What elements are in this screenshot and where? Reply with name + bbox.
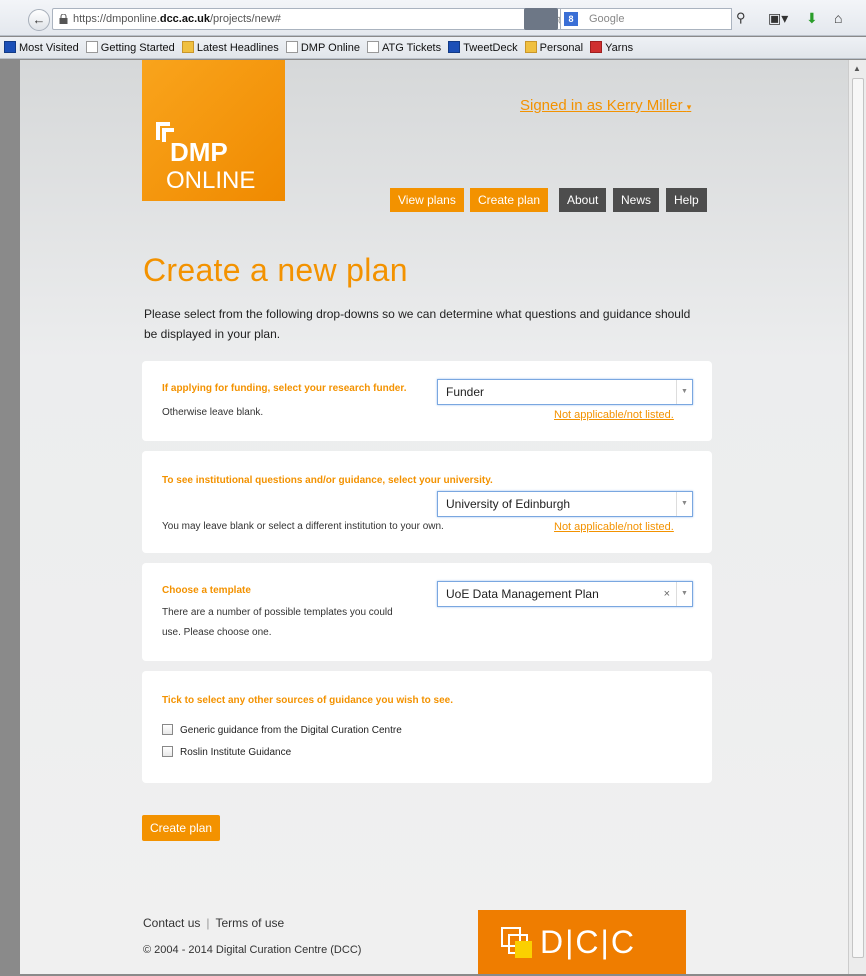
bookmark-label: Yarns (605, 42, 634, 54)
nav-about[interactable]: About (559, 188, 607, 212)
browser-toolbar: ← https://dmponline.dcc.ac.uk/projects/n… (0, 0, 866, 36)
search-placeholder: Google (589, 13, 625, 25)
bookmark-label: TweetDeck (463, 42, 518, 54)
signed-in-label: Signed in as Kerry Miller (520, 97, 683, 114)
nav-create-plan[interactable]: Create plan (470, 188, 549, 212)
template-panel: Choose a template There are a number of … (142, 563, 712, 661)
footer-links: Contact us | Terms of use (143, 916, 284, 930)
bookmark-most-visited[interactable]: Most Visited (4, 37, 79, 58)
bookmark-label: Getting Started (100, 42, 175, 54)
download-icon[interactable]: ⬇ (806, 10, 818, 26)
bookmarks-bar: Most Visited Getting Started Latest Head… (0, 37, 866, 59)
search-icon[interactable]: ⚲ (736, 10, 746, 26)
template-help-line-1: There are a number of possible templates… (162, 607, 393, 618)
home-icon[interactable]: ⌂ (834, 10, 842, 26)
page-icon (367, 41, 380, 53)
back-button[interactable]: ← (28, 9, 50, 31)
lock-icon (59, 14, 68, 24)
dcc-logo-text: D|C|C (540, 924, 636, 960)
guidance-panel: Tick to select any other sources of guid… (142, 671, 712, 783)
guidance-option-dcc[interactable]: Generic guidance from the Digital Curati… (162, 724, 402, 738)
bookmark-label: Personal (539, 42, 584, 54)
funder-label: If applying for funding, select your res… (162, 383, 407, 394)
bookmark-personal[interactable]: Personal (524, 37, 584, 58)
logo-text-online: ONLINE (166, 167, 256, 194)
folder-icon (524, 41, 537, 53)
bookmark-label: Latest Headlines (196, 42, 279, 54)
institution-help: You may leave blank or select a differen… (162, 521, 444, 532)
template-label: Choose a template (162, 585, 251, 596)
bookmark-latest-headlines[interactable]: Latest Headlines (181, 37, 279, 58)
address-bar[interactable]: https://dmponline.dcc.ac.uk/projects/new… (52, 8, 572, 30)
bookmark-tweetdeck[interactable]: TweetDeck (448, 37, 518, 58)
url-path: /projects/new# (209, 13, 281, 25)
scroll-up-icon[interactable]: ▲ (853, 64, 861, 73)
user-menu[interactable]: Signed in as Kerry Miller ▾ (520, 97, 691, 114)
search-input[interactable]: 8 Google (560, 8, 732, 30)
cart-icon (590, 41, 603, 53)
template-select-value: UoE Data Management Plan (446, 587, 599, 601)
intro-text: Please select from the following drop-do… (144, 307, 691, 341)
dcc-mark-icon (501, 927, 532, 958)
institution-label: To see institutional questions and/or gu… (162, 475, 493, 486)
page-icon (85, 41, 98, 53)
chevron-down-icon[interactable]: ▼ (676, 492, 692, 516)
funder-not-applicable-link[interactable]: Not applicable/not listed. (554, 409, 674, 421)
logo-text-dmp: DMP (170, 137, 228, 167)
firefox-icon (4, 41, 16, 53)
template-help-line-2: use. Please choose one. (162, 627, 272, 638)
copyright-text: © 2004 - 2014 Digital Curation Centre (D… (143, 944, 362, 956)
chevron-down-icon[interactable]: ▼ (676, 582, 692, 606)
dmp-online-logo[interactable]: DMP ONLINE (142, 60, 285, 201)
funder-panel: If applying for funding, select your res… (142, 361, 712, 441)
bookmark-dmp-online[interactable]: DMP Online (285, 37, 360, 58)
vertical-scrollbar[interactable]: ▲ (848, 60, 866, 974)
terms-of-use-link[interactable]: Terms of use (216, 916, 285, 930)
tweetdeck-icon (448, 41, 461, 53)
extension-icon[interactable] (524, 8, 558, 30)
page-title: Create a new plan (143, 252, 408, 288)
template-select[interactable]: UoE Data Management Plan × ▼ (437, 581, 693, 607)
url-prefix: https://dmponline. (73, 13, 160, 25)
funder-select[interactable]: Funder ▼ (437, 379, 693, 405)
page-icon (285, 41, 298, 53)
funder-select-value: Funder (446, 385, 485, 399)
bookmark-label: DMP Online (300, 42, 360, 54)
chevron-down-icon[interactable]: ▼ (676, 380, 692, 404)
guidance-option-label: Roslin Institute Guidance (180, 747, 292, 758)
nav-news[interactable]: News (613, 188, 660, 212)
funder-help: Otherwise leave blank. (162, 407, 264, 418)
rss-folder-icon (181, 41, 194, 53)
close-icon[interactable]: × (664, 582, 670, 606)
bookmark-label: Most Visited (19, 42, 79, 54)
page-viewport: DMP ONLINE Signed in as Kerry Miller ▾ V… (20, 60, 848, 974)
guidance-checkbox-dcc[interactable] (162, 724, 173, 735)
url-host: dcc.ac.uk (159, 13, 210, 25)
institution-panel: To see institutional questions and/or gu… (142, 451, 712, 553)
screenshot-icon[interactable]: ▣▾ (768, 10, 788, 26)
nav-help[interactable]: Help (666, 188, 707, 212)
dcc-logo[interactable]: D|C|C (478, 910, 686, 974)
scrollbar-thumb[interactable] (852, 78, 864, 958)
bookmark-getting-started[interactable]: Getting Started (85, 37, 175, 58)
footer-separator: | (206, 916, 210, 930)
guidance-checkbox-roslin[interactable] (162, 746, 173, 757)
contact-us-link[interactable]: Contact us (143, 916, 200, 930)
bookmark-atg-tickets[interactable]: ATG Tickets (367, 37, 442, 58)
guidance-option-roslin[interactable]: Roslin Institute Guidance (162, 746, 291, 760)
guidance-option-label: Generic guidance from the Digital Curati… (180, 725, 402, 736)
chevron-down-icon: ▾ (686, 102, 692, 112)
guidance-label: Tick to select any other sources of guid… (162, 695, 454, 706)
institution-select-value: University of Edinburgh (446, 497, 571, 511)
institution-not-applicable-link[interactable]: Not applicable/not listed. (554, 521, 674, 533)
institution-select[interactable]: University of Edinburgh ▼ (437, 491, 693, 517)
bookmark-label: ATG Tickets (382, 42, 442, 54)
nav-view-plans[interactable]: View plans (390, 188, 464, 212)
search-engine-icon[interactable]: 8 (564, 12, 578, 26)
create-plan-button[interactable]: Create plan (142, 815, 221, 841)
bookmark-yarns[interactable]: Yarns (590, 37, 634, 58)
